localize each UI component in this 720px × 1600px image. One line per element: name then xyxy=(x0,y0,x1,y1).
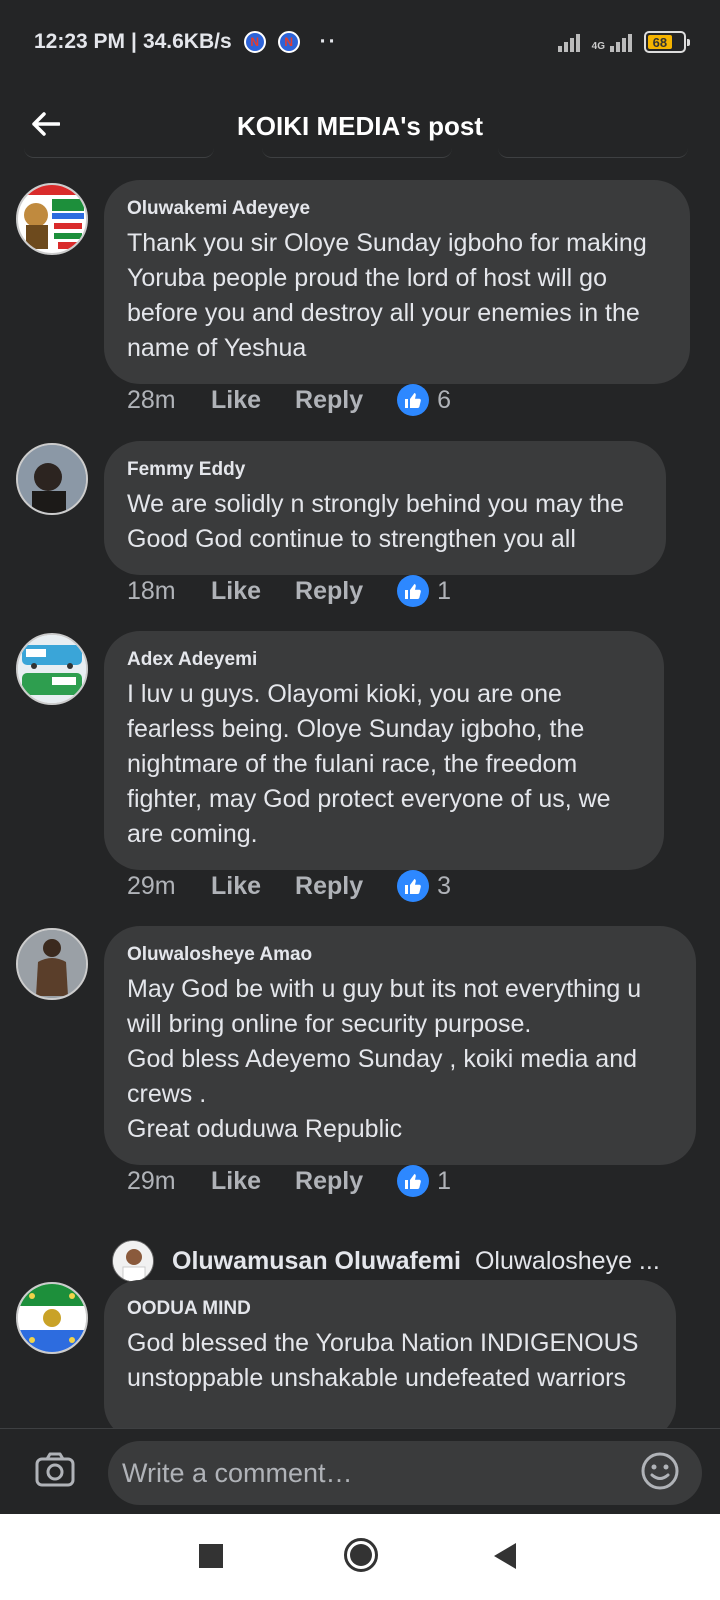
like-button[interactable]: Like xyxy=(211,577,261,606)
status-left: 12:23 PM | 34.6KB/s N N ·· xyxy=(34,30,338,54)
page-title: KOIKI MEDIA's post xyxy=(237,110,483,141)
avatar[interactable] xyxy=(16,1282,88,1354)
comment-text: We are solidly n strongly behind you may… xyxy=(127,490,625,553)
comment-bubble[interactable]: Oluwalosheye Amao May God be with u guy … xyxy=(104,926,696,1165)
thumbs-up-icon[interactable] xyxy=(397,1165,430,1197)
circle-icon[interactable] xyxy=(344,1538,378,1572)
reaction-count: 3 xyxy=(437,871,452,900)
comment-actions: 18m Like Reply 1 xyxy=(127,575,451,607)
comment-time: 29m xyxy=(127,1166,176,1195)
comment-time: 29m xyxy=(127,871,176,900)
comment-text: God blessed the Yoruba Nation INDIGENOUS… xyxy=(127,1329,639,1392)
like-button[interactable]: Like xyxy=(211,386,261,415)
comment-text: I luv u guys. Olayomi kioki, you are one… xyxy=(127,680,611,848)
more-notifications-icon: ·· xyxy=(319,30,338,53)
comment-text: May God be with u guy but its not everyt… xyxy=(127,975,642,1143)
avatar[interactable] xyxy=(112,1240,154,1282)
avatar[interactable] xyxy=(16,183,88,255)
comment-author[interactable]: Oluwalosheye Amao xyxy=(127,944,674,966)
notification-icon-2: N xyxy=(277,31,300,53)
reply-author[interactable]: Oluwamusan Oluwafemi xyxy=(172,1247,461,1276)
reaction-count: 6 xyxy=(437,385,452,414)
thumbs-up-icon[interactable] xyxy=(397,575,430,607)
reaction-count: 1 xyxy=(437,576,452,605)
comment-time: 28m xyxy=(127,385,176,414)
comment-author[interactable]: Femmy Eddy xyxy=(127,459,644,481)
comment-author[interactable]: OODUA MIND xyxy=(127,1298,654,1320)
comment-time: 18m xyxy=(127,576,176,605)
comment-actions: 28m Like Reply 6 xyxy=(127,384,451,416)
status-right: 4G 68 xyxy=(557,31,690,53)
status-time: 12:23 PM xyxy=(34,30,126,53)
comment-author[interactable]: Oluwakemi Adeyeye xyxy=(127,198,668,220)
reply-preview[interactable]: Oluwamusan Oluwafemi Oluwalosheye ... xyxy=(112,1240,660,1282)
comment-text: Thank you sir Oloye Sunday igboho for ma… xyxy=(127,229,647,362)
system-nav-bar xyxy=(0,1514,720,1600)
reaction-count: 1 xyxy=(437,1166,452,1195)
mobile-data-icon: 4G xyxy=(592,32,632,52)
arrow-left-icon[interactable] xyxy=(26,104,66,144)
comment-bubble[interactable]: Oluwakemi Adeyeye Thank you sir Oloye Su… xyxy=(104,180,690,384)
battery-icon: 68 xyxy=(644,31,690,53)
thumbs-up-icon[interactable] xyxy=(397,870,430,902)
camera-icon[interactable] xyxy=(34,1449,76,1491)
triangle-back-icon[interactable] xyxy=(494,1543,516,1569)
like-button[interactable]: Like xyxy=(211,872,261,901)
comment-bubble[interactable]: Adex Adeyemi I luv u guys. Olayomi kioki… xyxy=(104,631,664,870)
comment-composer xyxy=(0,1428,720,1514)
comment-bubble[interactable]: OODUA MIND God blessed the Yoruba Nation… xyxy=(104,1280,676,1440)
reply-button[interactable]: Reply xyxy=(295,577,363,606)
reply-snippet: Oluwalosheye ... xyxy=(474,1246,660,1275)
status-speed: 34.6KB/s xyxy=(142,30,232,53)
emoji-icon[interactable] xyxy=(640,1451,680,1491)
battery-level: 68 xyxy=(648,35,672,50)
avatar[interactable] xyxy=(16,928,88,1000)
network-type: 4G xyxy=(591,41,605,52)
reply-button[interactable]: Reply xyxy=(295,1167,363,1196)
signal-icon xyxy=(557,32,580,52)
reply-button[interactable]: Reply xyxy=(295,872,363,901)
previous-content-edges xyxy=(0,148,720,160)
thumbs-up-icon[interactable] xyxy=(397,384,430,416)
square-icon[interactable] xyxy=(199,1544,223,1568)
reply-button[interactable]: Reply xyxy=(295,386,363,415)
avatar[interactable] xyxy=(16,633,88,705)
status-separator: | xyxy=(131,30,137,53)
status-bar: 12:23 PM | 34.6KB/s N N ·· 4G 68 xyxy=(0,0,720,84)
comment-actions: 29m Like Reply 3 xyxy=(127,870,451,902)
like-button[interactable]: Like xyxy=(211,1167,261,1196)
comment-author[interactable]: Adex Adeyemi xyxy=(127,649,642,671)
comment-input[interactable] xyxy=(108,1441,702,1505)
comment-actions: 29m Like Reply 1 xyxy=(127,1165,451,1197)
notification-icon: N xyxy=(243,31,266,53)
comment-bubble[interactable]: Femmy Eddy We are solidly n strongly beh… xyxy=(104,441,666,575)
avatar[interactable] xyxy=(16,443,88,515)
